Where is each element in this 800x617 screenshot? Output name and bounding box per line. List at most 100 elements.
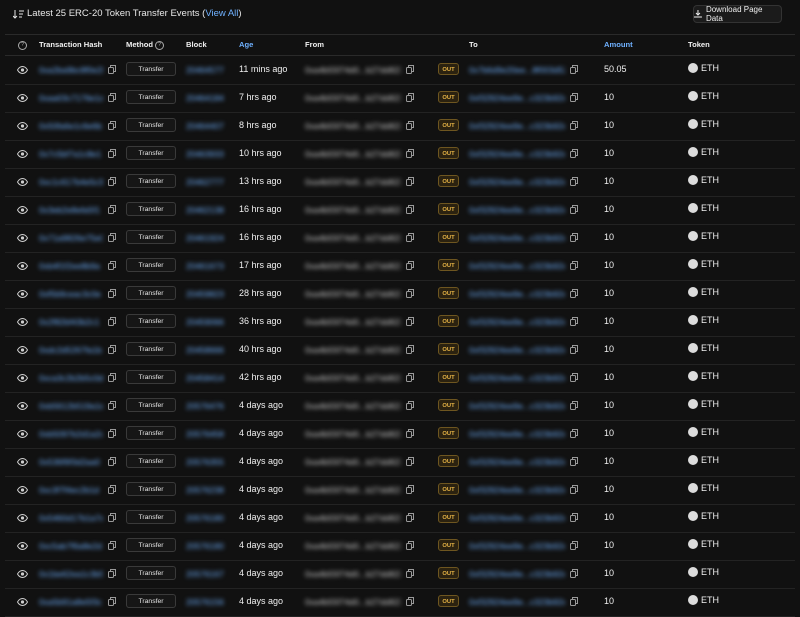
copy-icon[interactable]	[406, 429, 414, 438]
eye-icon[interactable]	[17, 178, 28, 186]
copy-icon[interactable]	[570, 261, 578, 270]
copy-icon[interactable]	[406, 541, 414, 550]
copy-icon[interactable]	[108, 121, 116, 130]
copy-icon[interactable]	[108, 177, 116, 186]
block-link[interactable]: 20464577	[186, 65, 226, 75]
token-link[interactable]: ETH	[688, 231, 719, 241]
from-address[interactable]: 0xa4b55f74d0...b27dd823f0	[305, 289, 401, 299]
to-address-link[interactable]: 0xf32924ee9e...c323b92e1f	[469, 149, 565, 159]
token-link[interactable]: ETH	[688, 539, 719, 549]
transaction-hash-link[interactable]: 0xc1c617b4e5c3	[39, 177, 103, 187]
block-link[interactable]: 20461924	[186, 233, 226, 243]
copy-icon[interactable]	[570, 149, 578, 158]
copy-icon[interactable]	[570, 457, 578, 466]
copy-icon[interactable]	[108, 149, 116, 158]
copy-icon[interactable]	[108, 93, 116, 102]
copy-icon[interactable]	[570, 93, 578, 102]
from-address[interactable]: 0xa4b55f74d0...b27dd823f0	[305, 121, 401, 131]
copy-icon[interactable]	[570, 569, 578, 578]
token-link[interactable]: ETH	[688, 511, 719, 521]
copy-icon[interactable]	[570, 485, 578, 494]
to-address-link[interactable]: 0x7b6d9e20ee...8f003d52f0	[469, 65, 565, 75]
from-address[interactable]: 0xa4b55f74d0...b27dd823f0	[305, 401, 401, 411]
token-link[interactable]: ETH	[688, 595, 719, 605]
copy-icon[interactable]	[406, 261, 414, 270]
download-page-data-button[interactable]: Download Page Data	[693, 5, 782, 23]
copy-icon[interactable]	[570, 121, 578, 130]
block-link[interactable]: 20576476	[186, 401, 226, 411]
transaction-hash-link[interactable]: 0xf5b9ceac3c0e	[39, 289, 103, 299]
to-address-link[interactable]: 0xf32924ee9e...c323b92e1f	[469, 401, 565, 411]
help-icon[interactable]: ?	[18, 40, 27, 50]
to-address-link[interactable]: 0xf32924ee9e...c323b92e1f	[469, 345, 565, 355]
to-address-link[interactable]: 0xf32924ee9e...c323b92e1f	[469, 261, 565, 271]
eye-icon[interactable]	[17, 346, 28, 354]
copy-icon[interactable]	[570, 233, 578, 242]
copy-icon[interactable]	[570, 429, 578, 438]
copy-icon[interactable]	[108, 345, 116, 354]
to-address-link[interactable]: 0xf32924ee9e...c323b92e1f	[469, 289, 565, 299]
copy-icon[interactable]	[406, 205, 414, 214]
block-link[interactable]: 20458414	[186, 373, 226, 383]
copy-icon[interactable]	[108, 485, 116, 494]
transaction-hash-link[interactable]: 0xb4f1f2ee8b9a	[39, 261, 103, 271]
transaction-hash-link[interactable]: 0x5460d17b1a7e	[39, 513, 103, 523]
token-link[interactable]: ETH	[688, 259, 719, 269]
copy-icon[interactable]	[406, 149, 414, 158]
copy-icon[interactable]	[406, 569, 414, 578]
from-address[interactable]: 0xa4b55f74d0...b27dd823f0	[305, 205, 401, 215]
block-link[interactable]: 20462777	[186, 177, 226, 187]
to-address-link[interactable]: 0xf32924ee9e...c323b92e1f	[469, 121, 565, 131]
token-link[interactable]: ETH	[688, 399, 719, 409]
block-link[interactable]: 20576167	[186, 569, 226, 579]
copy-icon[interactable]	[570, 289, 578, 298]
transaction-hash-link[interactable]: 0x3eb2e8efa5f1	[39, 205, 103, 215]
transaction-hash-link[interactable]: 0xaa03c7176e1a	[39, 93, 103, 103]
block-link[interactable]: 20576180	[186, 541, 226, 551]
copy-icon[interactable]	[406, 93, 414, 102]
eye-icon[interactable]	[17, 514, 28, 522]
copy-icon[interactable]	[108, 429, 116, 438]
from-address[interactable]: 0xa4b55f74d0...b27dd823f0	[305, 65, 401, 75]
copy-icon[interactable]	[406, 597, 414, 606]
copy-icon[interactable]	[406, 233, 414, 242]
copy-icon[interactable]	[406, 457, 414, 466]
from-address[interactable]: 0xa4b55f74d0...b27dd823f0	[305, 485, 401, 495]
transaction-hash-link[interactable]: 0x2f82bf43b2c1	[39, 317, 103, 327]
copy-icon[interactable]	[406, 317, 414, 326]
col-age[interactable]: Age	[239, 40, 253, 49]
from-address[interactable]: 0xa4b55f74d0...b27dd823f0	[305, 345, 401, 355]
copy-icon[interactable]	[570, 345, 578, 354]
eye-icon[interactable]	[17, 234, 28, 242]
eye-icon[interactable]	[17, 206, 28, 214]
transaction-hash-link[interactable]: 0x536f9f3d2aa0	[39, 457, 103, 467]
token-link[interactable]: ETH	[688, 175, 719, 185]
block-link[interactable]: 20459823	[186, 289, 226, 299]
copy-icon[interactable]	[570, 401, 578, 410]
eye-icon[interactable]	[17, 598, 28, 606]
block-link[interactable]: 20576156	[186, 597, 226, 607]
to-address-link[interactable]: 0xf32924ee9e...c323b92e1f	[469, 513, 565, 523]
block-link[interactable]: 20576458	[186, 429, 226, 439]
token-link[interactable]: ETH	[688, 567, 719, 577]
copy-icon[interactable]	[570, 65, 578, 74]
eye-icon[interactable]	[17, 570, 28, 578]
copy-icon[interactable]	[108, 65, 116, 74]
eye-icon[interactable]	[17, 374, 28, 382]
copy-icon[interactable]	[570, 317, 578, 326]
from-address[interactable]: 0xa4b55f74d0...b27dd823f0	[305, 597, 401, 607]
copy-icon[interactable]	[406, 401, 414, 410]
transaction-hash-link[interactable]: 0xc3f7f4ec2b1d	[39, 485, 103, 495]
transaction-hash-link[interactable]: 0xdc2d5267fa1b	[39, 345, 103, 355]
to-address-link[interactable]: 0xf32924ee9e...c323b92e1f	[469, 205, 565, 215]
token-link[interactable]: ETH	[688, 455, 719, 465]
eye-icon[interactable]	[17, 458, 28, 466]
copy-icon[interactable]	[108, 401, 116, 410]
to-address-link[interactable]: 0xf32924ee9e...c323b92e1f	[469, 485, 565, 495]
copy-icon[interactable]	[570, 205, 578, 214]
transaction-hash-link[interactable]: 0xc5ab7f6a8e2d	[39, 541, 103, 551]
block-link[interactable]: 20458666	[186, 345, 226, 355]
col-amount[interactable]: Amount	[604, 40, 633, 49]
copy-icon[interactable]	[108, 317, 116, 326]
token-link[interactable]: ETH	[688, 203, 719, 213]
